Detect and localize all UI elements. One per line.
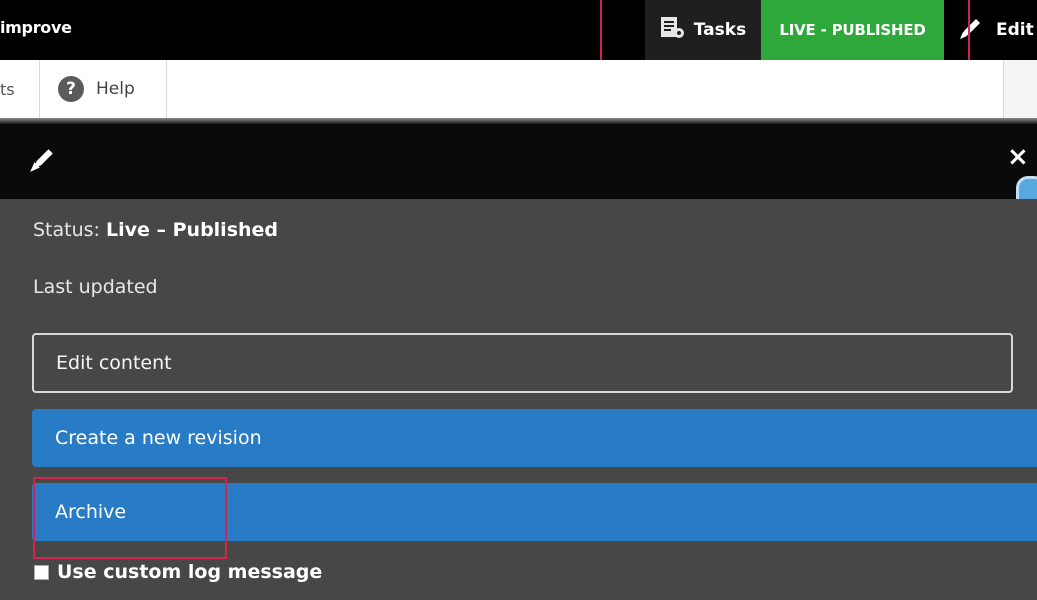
custom-log-option[interactable]: Use custom log message [34, 561, 322, 583]
custom-log-checkbox[interactable] [34, 564, 49, 580]
status-value: Live – Published [106, 219, 279, 241]
tasks-icon [660, 16, 686, 45]
create-revision-button[interactable]: Create a new revision [32, 409, 1037, 467]
last-updated: Last updated [33, 276, 158, 298]
moderation-state-badge[interactable]: LIVE - PUBLISHED [761, 0, 944, 60]
custom-log-label: Use custom log message [57, 561, 323, 583]
archive-button[interactable]: Archive [32, 483, 1037, 541]
close-icon[interactable]: × [1007, 142, 1029, 172]
help-icon: ? [58, 76, 84, 102]
pencil-icon [28, 146, 56, 178]
tray-edge [1003, 60, 1037, 118]
edit-content-button[interactable]: Edit content [32, 333, 1013, 393]
dialog-body: Status: Live – Published Last updated Ed… [0, 199, 1037, 600]
dialog-header: × [0, 124, 1037, 220]
site-name[interactable]: improve [0, 18, 72, 37]
edit-button[interactable]: Edit [944, 0, 1037, 60]
admin-toolbar: improve Tasks LIVE - PUBLISHED Edit [0, 0, 1037, 68]
tasks-button[interactable]: Tasks [645, 0, 761, 60]
moderation-status: Status: Live – Published [33, 219, 278, 241]
tray-tab-partial[interactable]: ts [0, 60, 40, 118]
toolbar-tray: ts ? Help [0, 60, 1037, 119]
tray-tab-help[interactable]: ? Help [40, 60, 167, 118]
help-label: Help [96, 79, 135, 99]
edit-label: Edit [996, 20, 1034, 40]
pencil-icon [958, 15, 984, 46]
tasks-label: Tasks [693, 20, 747, 40]
status-prefix: Status: [33, 219, 106, 241]
